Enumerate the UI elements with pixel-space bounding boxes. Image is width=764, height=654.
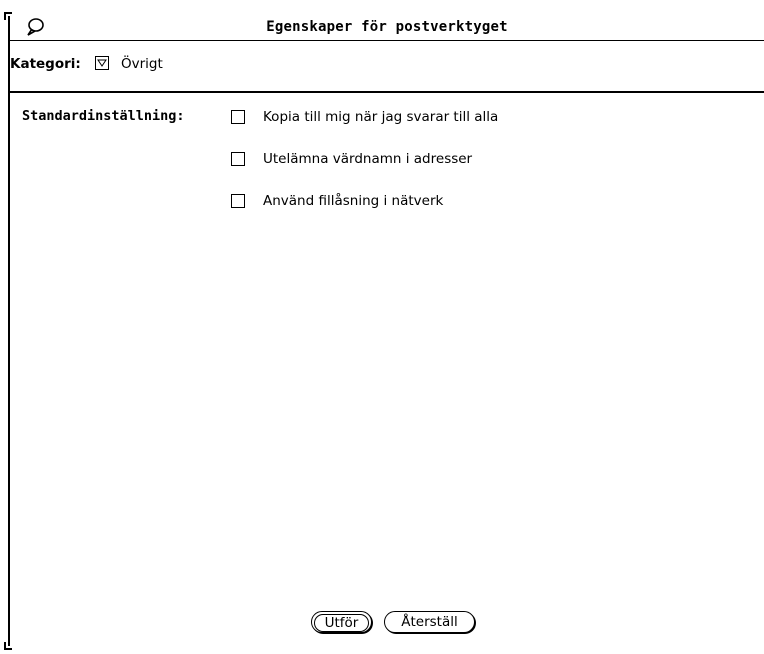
window-title: Egenskaper för postverktyget [266,19,508,35]
option-omit-hostname-label[interactable]: Utelämna värdnamn i adresser [263,151,472,167]
default-settings-label: Standardinställning: [22,108,185,124]
reset-button[interactable]: Återställ [384,611,475,633]
checkbox-omit-hostname[interactable] [231,152,245,166]
option-cc-self-label[interactable]: Kopia till mig när jag svarar till alla [263,109,498,125]
category-divider [10,91,764,93]
title-divider [10,40,764,41]
checkbox-network-locking[interactable] [231,194,245,208]
category-value[interactable]: Övrigt [121,56,163,72]
window-left-border [8,16,10,646]
apply-button-label: Utför [314,614,369,632]
reset-button-label: Återställ [401,614,458,630]
option-network-locking-label[interactable]: Använd fillåsning i nätverk [263,193,443,209]
menu-triangle-icon[interactable] [95,56,109,70]
checkbox-cc-self[interactable] [231,110,245,124]
apply-button[interactable]: Utför [311,611,372,633]
category-label: Kategori: [10,56,81,72]
title-bar: Egenskaper för postverktyget [10,16,764,40]
